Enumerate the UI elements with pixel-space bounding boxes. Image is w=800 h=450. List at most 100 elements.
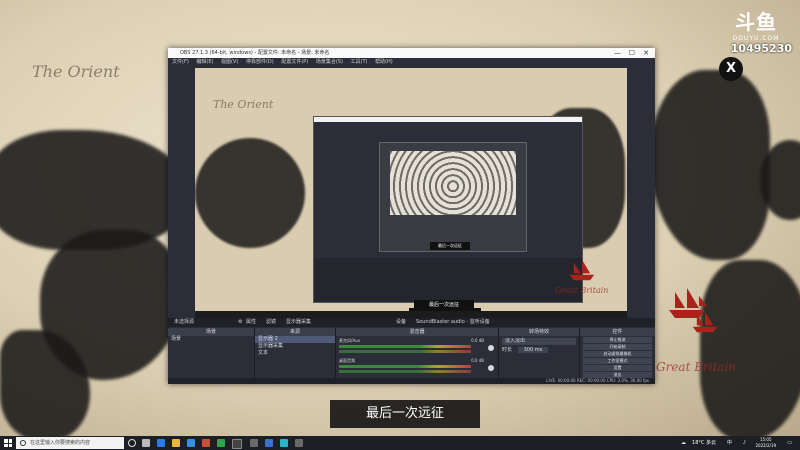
- maximize-icon[interactable]: ☐: [629, 48, 635, 58]
- obs-source-toolbar: 未选择源 ⚙ 属性 滤镜 显示器采集 设备 SoundBlaster audio…: [168, 318, 655, 327]
- studio-mode-button[interactable]: 工作室模式: [583, 358, 652, 364]
- app-icon[interactable]: [295, 439, 303, 447]
- menu-scene-collection[interactable]: 场景集合(S): [316, 59, 343, 65]
- volume-icon[interactable]: ♪: [743, 436, 746, 450]
- nested-subtitle: 最后一次远征: [430, 242, 470, 250]
- nested-titlebar: [314, 117, 582, 122]
- menu-docks[interactable]: 停靠部件(D): [246, 59, 274, 65]
- settings-button[interactable]: 设置: [583, 365, 652, 371]
- weather-text[interactable]: 18°C 多云: [692, 436, 716, 450]
- start-recording-button[interactable]: 开始录制: [583, 344, 652, 350]
- cortana-icon[interactable]: [128, 439, 136, 447]
- controls-title: 控件: [580, 328, 655, 336]
- logo-subtext: DOUYU.COM: [732, 35, 780, 42]
- windows-start-icon[interactable]: [4, 439, 12, 447]
- obs-preview[interactable]: The Orient 最后一次远征 最后一次远征 Great Britain 最…: [195, 68, 627, 318]
- taskbar-clock[interactable]: 15:05 2022/2/19: [755, 437, 776, 449]
- stream-subtitle: 最后一次远征: [330, 400, 480, 428]
- map-label-britain: Great Britain: [656, 360, 737, 374]
- mixer-channel-name: 麦克风/Aux: [339, 338, 360, 343]
- ime-indicator[interactable]: 中: [727, 436, 732, 450]
- source-item[interactable]: 文本: [255, 350, 335, 357]
- mixer-channel-db: 0.0 dB: [471, 358, 484, 363]
- mixer-channel-name: 桌面音频: [339, 358, 355, 363]
- no-source-label: 未选择源: [174, 319, 195, 325]
- close-icon[interactable]: X: [719, 57, 743, 81]
- scenes-dock: 场景 场景 + − ∧ ∨: [168, 328, 255, 384]
- menu-help[interactable]: 帮助(H): [375, 59, 393, 65]
- scenes-title: 场景: [168, 328, 254, 336]
- red-ship-icon: [569, 259, 595, 281]
- menu-tools[interactable]: 工具(T): [351, 59, 368, 65]
- source-item[interactable]: 显示器 2: [255, 336, 335, 343]
- stop-streaming-button[interactable]: 停止推流: [583, 337, 652, 343]
- duration-label: 时长: [502, 347, 513, 353]
- volume-meter: [339, 365, 471, 368]
- obs-statusbar: LIVE: 00:00:00 REC: 00:00:00 CPU: 3.0%, …: [168, 378, 655, 384]
- edge-icon[interactable]: [157, 439, 165, 447]
- recursive-preview: [390, 151, 516, 215]
- sources-dock: 来源 显示器 2 显示器采集 文本 + − ⚙ ∧ ∨: [255, 328, 336, 384]
- duration-row: 时长 300 ms: [499, 347, 579, 354]
- properties-button[interactable]: 属性: [246, 318, 256, 327]
- volume-slider[interactable]: [339, 350, 471, 353]
- map-landmass: [195, 138, 305, 248]
- mixer-channel-db: 0.0 dB: [471, 338, 484, 343]
- app-icon[interactable]: [265, 439, 273, 447]
- transitions-title: 转场特效: [499, 328, 579, 336]
- wechat-icon[interactable]: [217, 439, 225, 447]
- preview-taskbar: [195, 311, 627, 318]
- gear-icon[interactable]: ⚙: [238, 318, 242, 327]
- windows-taskbar: 在这里输入你要搜索的内容 ☁ 18°C 多云 中 ♪ ▭ 15:05 2022/…: [0, 436, 800, 450]
- search-placeholder: 在这里输入你要搜索的内容: [30, 440, 91, 446]
- map-label-britain: Great Britain: [555, 286, 609, 295]
- logo-glyph: 斗鱼: [735, 10, 777, 34]
- duration-input[interactable]: 300 ms: [517, 347, 549, 353]
- menu-profile[interactable]: 配置文件(P): [281, 59, 308, 65]
- close-window-icon[interactable]: ✕: [643, 48, 649, 58]
- scene-item[interactable]: 场景: [168, 336, 254, 343]
- device-select[interactable]: SoundBlaster audio - 监听设备: [416, 318, 490, 327]
- obs-window[interactable]: OBS 27.1.3 (64-bit, windows) - 配置文件: 未命名…: [168, 48, 655, 384]
- room-id: 10495230: [730, 42, 792, 55]
- nested-obs-window: 最后一次远征 最后一次远征: [313, 116, 583, 310]
- volume-meter: [339, 345, 471, 348]
- source-item[interactable]: 显示器采集: [255, 343, 335, 350]
- nested-docks: [314, 258, 582, 302]
- task-view-icon[interactable]: [142, 439, 150, 447]
- menu-view[interactable]: 视图(V): [221, 59, 238, 65]
- taskbar-search-input[interactable]: 在这里输入你要搜索的内容: [16, 437, 124, 449]
- controls-dock: 控件 停止推流 开始录制 启动虚拟摄像机 工作室模式 设置 退出: [580, 328, 655, 384]
- transition-select[interactable]: 淡入淡出: [502, 338, 576, 345]
- mixer-dock: 混音器 麦克风/Aux 0.0 dB 桌面音频 0.0 dB: [336, 328, 499, 384]
- mixer-title: 混音器: [336, 328, 498, 336]
- search-icon: [20, 440, 26, 446]
- device-label: 设备: [396, 319, 407, 325]
- weather-icon[interactable]: ☁: [681, 436, 686, 450]
- map-landmass: [650, 70, 770, 260]
- menu-edit[interactable]: 编辑(E): [196, 59, 213, 65]
- speaker-icon[interactable]: [488, 345, 494, 351]
- menu-file[interactable]: 文件(F): [172, 59, 189, 65]
- map-label-orient: The Orient: [32, 62, 120, 81]
- app-icon[interactable]: [250, 439, 258, 447]
- filters-button[interactable]: 滤镜: [266, 318, 276, 327]
- notification-icon[interactable]: ▭: [787, 436, 792, 450]
- transitions-dock: 转场特效 淡入淡出 时长 300 ms: [499, 328, 580, 384]
- minimize-icon[interactable]: —: [614, 48, 621, 58]
- app-icon[interactable]: [202, 439, 210, 447]
- store-icon[interactable]: [187, 439, 195, 447]
- obs-titlebar[interactable]: OBS 27.1.3 (64-bit, windows) - 配置文件: 未命名…: [168, 48, 655, 58]
- virtual-camera-button[interactable]: 启动虚拟摄像机: [583, 351, 652, 357]
- app-icon[interactable]: [280, 439, 288, 447]
- obs-menubar: 文件(F) 编辑(E) 视图(V) 停靠部件(D) 配置文件(P) 场景集合(S…: [168, 58, 655, 66]
- red-ship-icon: [692, 311, 718, 333]
- nested-obs-window-2: 最后一次远征: [379, 142, 527, 252]
- file-explorer-icon[interactable]: [172, 439, 180, 447]
- speaker-icon[interactable]: [488, 365, 494, 371]
- map-label-orient: The Orient: [213, 98, 274, 111]
- obs-icon[interactable]: [232, 439, 242, 449]
- map-landmass: [700, 260, 800, 436]
- volume-slider[interactable]: [339, 370, 471, 373]
- sources-title: 来源: [255, 328, 335, 336]
